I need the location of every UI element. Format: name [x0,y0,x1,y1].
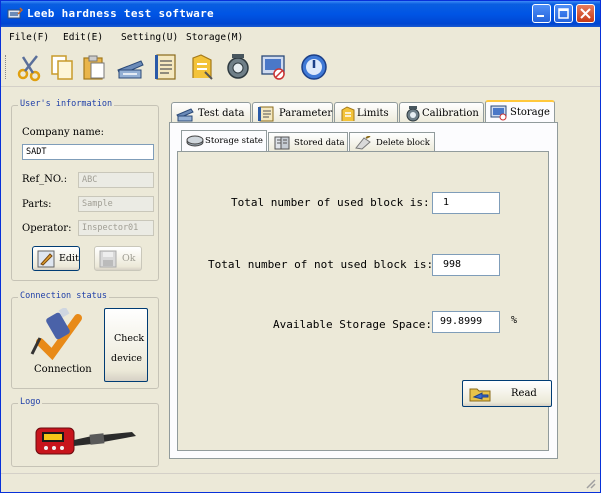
menu-bar: File(F) Edit(E) Setting(U) Storage(M) [1,27,600,47]
window-title: Leeb hardness test software [27,7,214,20]
logo-group: Logo [11,397,159,467]
read-button-label: Read [511,388,537,399]
toolbar-grip[interactable] [5,55,8,79]
check-device-label-line2: device [111,353,143,364]
available-space-unit: % [511,315,518,326]
read-button[interactable]: Read [462,380,552,407]
test-data-icon [176,108,194,122]
tab-test-data-label: Test data [198,108,245,119]
power-button[interactable] [299,52,329,82]
paste-icon [83,55,105,80]
available-space-label: Available Storage Space: [273,318,432,331]
usb-connection-icon [30,308,82,361]
calibration-icon [227,54,249,79]
operator-input[interactable]: Inspector01 [78,220,154,236]
menu-storage[interactable]: Storage(M) [186,32,243,43]
edit-button[interactable]: Edit [32,246,80,271]
menu-file[interactable]: File(F) [9,32,49,43]
ref-no-label: Ref_NO.: [22,174,68,185]
calibration-toolbar-button[interactable] [223,52,253,82]
test-data-icon [117,60,144,79]
tab-storage-label: Storage [510,107,550,118]
subtab-stored-data[interactable]: Stored data [268,132,348,152]
close-icon [580,8,591,19]
edit-icon [37,250,55,268]
tab-parameter[interactable]: Parameter [252,102,333,124]
tab-calibration[interactable]: Calibration [399,102,484,124]
scissors-icon [17,55,41,82]
minimize-icon [537,15,544,17]
limits-toolbar-button[interactable] [187,52,217,82]
parameter-toolbar-button[interactable] [151,52,181,82]
maximize-button[interactable] [554,4,573,23]
company-name-label: Company name: [22,127,104,138]
connection-status-legend: Connection status [18,291,109,301]
storage-state-icon [186,135,204,147]
parameter-icon [155,54,176,80]
used-block-value: 1 [432,192,500,214]
copy-icon [51,55,73,80]
edit-button-label: Edit [59,253,79,264]
ok-button-label: Ok [122,253,136,264]
read-icon [469,388,491,402]
company-name-input[interactable]: SADT [22,144,154,160]
delete-block-icon [355,136,371,150]
tab-limits-label: Limits [357,108,389,119]
app-icon [7,7,23,19]
parameter-icon [258,106,274,122]
subtab-delete-block[interactable]: Delete block [349,132,435,152]
parts-label: Parts: [22,199,52,210]
ok-button[interactable]: Ok [94,246,142,271]
user-information-legend: User's information [18,99,115,109]
menu-setting[interactable]: Setting(U) [121,32,178,43]
subtab-delete-block-label: Delete block [376,138,430,148]
title-bar[interactable]: Leeb hardness test software [1,1,600,27]
copy-button[interactable] [47,52,77,82]
logo-legend: Logo [18,397,43,407]
toolbar [1,47,600,87]
tab-storage[interactable]: Storage [485,100,555,124]
subtab-stored-data-label: Stored data [294,138,345,148]
parts-input[interactable]: Sample [78,196,154,212]
status-bar [1,473,600,492]
storage-state-pane: Total number of used block is: 1 Total n… [177,151,552,451]
maximize-icon [558,8,569,19]
check-device-label-line1: Check [114,333,145,344]
limits-icon [192,54,213,80]
power-icon [301,54,327,80]
storage-icon [261,55,285,80]
test-data-toolbar-button[interactable] [115,52,145,82]
calibration-icon [406,106,420,122]
limits-icon [341,106,355,121]
operator-label: Operator: [22,223,72,234]
used-block-label: Total number of used block is: [231,196,430,209]
stored-data-icon [274,136,290,150]
minimize-button[interactable] [532,4,551,23]
check-device-button[interactable]: Check device [104,308,148,382]
storage-icon [490,105,507,121]
cut-button[interactable] [15,52,45,82]
connection-status-group: Connection status Connection Check devic… [11,291,159,389]
paste-button[interactable] [79,52,109,82]
storage-toolbar-button[interactable] [259,52,289,82]
tab-limits[interactable]: Limits [334,102,398,124]
not-used-block-value: 998 [432,254,500,276]
tab-parameter-label: Parameter [279,108,333,119]
main-window: Leeb hardness test software File(F) Edit… [0,0,601,493]
subtab-storage-state-label: Storage state [205,136,263,146]
tab-calibration-label: Calibration [422,108,479,119]
connection-label: Connection [34,364,92,375]
not-used-block-label: Total number of not used block is: [208,258,434,271]
tab-test-data[interactable]: Test data [171,102,251,124]
close-button[interactable] [576,4,595,23]
hardness-tester-logo [35,427,136,455]
ref-no-input[interactable]: ABC [78,172,154,188]
menu-edit[interactable]: Edit(E) [63,32,103,43]
subtab-storage-state[interactable]: Storage state [181,130,267,152]
user-information-group: User's information Company name: SADT Re… [11,99,159,281]
resize-grip-icon[interactable] [585,478,597,490]
available-space-value: 99.8999 [432,311,500,333]
save-icon [99,250,117,268]
